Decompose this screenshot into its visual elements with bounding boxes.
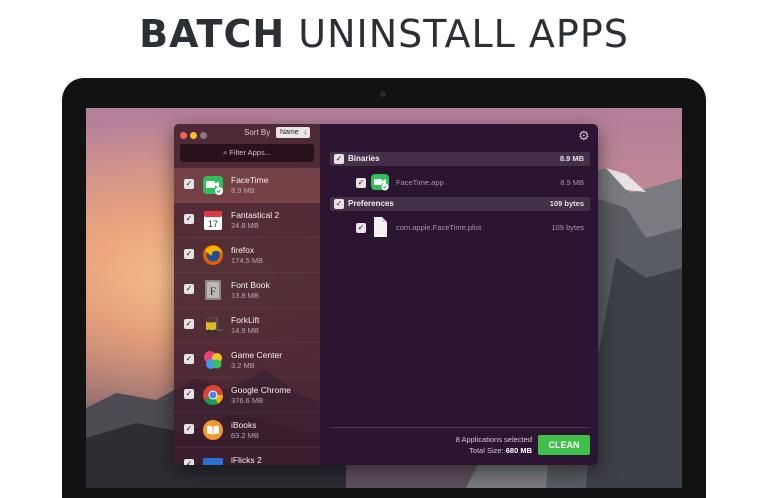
filter-placeholder: Filter Apps... xyxy=(229,148,271,157)
app-row[interactable]: ✓ firefox 174.5 MB xyxy=(174,238,320,273)
app-checkbox[interactable]: ✓ xyxy=(184,214,194,224)
app-checkbox[interactable]: ✓ xyxy=(184,319,194,329)
section-label: Preferences xyxy=(348,199,394,208)
app-checkbox[interactable]: ✓ xyxy=(184,354,194,364)
file-size: 8.9 MB xyxy=(560,178,584,187)
zoom-window-button[interactable] xyxy=(200,132,207,139)
laptop-frame: Sort By Name ↓ ⌕ Filter Apps... ✓ FaceTim… xyxy=(62,78,706,498)
section-checkbox[interactable]: ✓ xyxy=(334,199,344,209)
app-row[interactable]: ✓ iFlicks 2 xyxy=(174,448,320,465)
app-checkbox[interactable]: ✓ xyxy=(184,249,194,259)
file-name: com.apple.FaceTime.plist xyxy=(396,223,482,232)
total-size: Total Size: 680 MB xyxy=(430,446,532,455)
app-checkbox[interactable]: ✓ xyxy=(184,284,194,294)
total-size-value: 680 MB xyxy=(505,446,532,455)
app-row[interactable]: ✓ FaceTime 8.9 MB xyxy=(174,168,320,203)
app-name: Google Chrome xyxy=(231,385,292,395)
app-row[interactable]: ✓ iBooks 63.2 MB xyxy=(174,413,320,448)
section-checkbox[interactable]: ✓ xyxy=(334,154,344,164)
desktop-screen: Sort By Name ↓ ⌕ Filter Apps... ✓ FaceTim… xyxy=(86,108,682,488)
app-name: Font Book xyxy=(231,280,270,290)
fontbook-letter: F xyxy=(210,284,217,298)
forklift-icon xyxy=(202,314,224,336)
app-name: iFlicks 2 xyxy=(231,455,262,465)
app-checkbox[interactable]: ✓ xyxy=(184,179,194,189)
sort-by-label: Sort By xyxy=(244,128,271,137)
app-name: Game Center xyxy=(231,350,283,360)
sort-select-value: Name xyxy=(280,129,299,136)
uninstaller-window: Sort By Name ↓ ⌕ Filter Apps... ✓ FaceTim… xyxy=(174,124,598,465)
app-name: iBooks xyxy=(231,420,257,430)
app-size: 24.8 MB xyxy=(231,221,259,230)
page-headline: BATCH UNINSTALL APPS xyxy=(0,12,768,56)
chrome-icon xyxy=(202,384,224,406)
app-row[interactable]: ✓ 17 Fantastical 2 24.8 MB xyxy=(174,203,320,238)
facetime-icon xyxy=(202,174,224,196)
footer-divider xyxy=(330,427,590,428)
app-checkbox[interactable]: ✓ xyxy=(184,459,194,465)
facetime-icon xyxy=(371,174,389,191)
app-row[interactable]: ✓ Game Center 3.2 MB xyxy=(174,343,320,378)
calendar-day: 17 xyxy=(208,219,218,229)
app-size: 63.2 MB xyxy=(231,431,259,440)
section-preferences[interactable]: ✓ Preferences 109 bytes xyxy=(330,197,590,211)
selected-count: 8 Applications selected xyxy=(455,435,532,444)
app-size: 13.8 MB xyxy=(231,291,259,300)
apps-sidebar: Sort By Name ↓ ⌕ Filter Apps... ✓ FaceTim… xyxy=(174,124,320,465)
app-size: 376.6 MB xyxy=(231,396,264,405)
gamecenter-icon xyxy=(202,349,224,371)
file-icon xyxy=(374,217,387,237)
app-size: 14.9 MB xyxy=(231,326,259,335)
filter-apps-input[interactable]: ⌕ Filter Apps... xyxy=(180,144,314,162)
file-checkbox[interactable]: ✓ xyxy=(356,178,366,188)
search-icon: ⌕ xyxy=(223,148,228,157)
app-name: Fantastical 2 xyxy=(231,210,280,220)
camera-icon xyxy=(380,91,386,97)
sort-arrow-icon: ↓ xyxy=(303,129,308,136)
details-pane: ⚙ ✓ Binaries 8.9 MB ✓ FaceTime.app 8.9 M… xyxy=(320,124,598,465)
total-size-label: Total Size: xyxy=(469,446,504,455)
file-item[interactable]: ✓ FaceTime.app 8.9 MB xyxy=(348,172,590,194)
app-checkbox[interactable]: ✓ xyxy=(184,424,194,434)
close-window-button[interactable] xyxy=(180,132,187,139)
app-name: ForkLift xyxy=(231,315,260,325)
ibooks-icon xyxy=(202,419,224,441)
app-row[interactable]: ✓ F Font Book 13.8 MB xyxy=(174,273,320,308)
sort-select[interactable]: Name ↓ xyxy=(276,127,310,138)
app-size: 174.5 MB xyxy=(231,256,264,265)
app-name: firefox xyxy=(231,245,255,255)
app-size: 3.2 MB xyxy=(231,361,255,370)
app-checkbox[interactable]: ✓ xyxy=(184,389,194,399)
section-size: 8.9 MB xyxy=(559,154,584,163)
fontbook-icon: F xyxy=(202,279,224,301)
firefox-icon xyxy=(202,244,224,266)
file-item[interactable]: ✓ com.apple.FaceTime.plist 109 bytes xyxy=(348,217,590,239)
apps-list: ✓ FaceTime 8.9 MB ✓ 17 Fantastical 2 24.8 MB ✓ f… xyxy=(174,168,320,465)
section-binaries[interactable]: ✓ Binaries 8.9 MB xyxy=(330,152,590,166)
iflicks-icon xyxy=(202,454,224,465)
calendar-icon: 17 xyxy=(202,209,224,231)
app-row[interactable]: ✓ ForkLift 14.9 MB xyxy=(174,308,320,343)
headline-rest: UNINSTALL APPS xyxy=(298,12,629,56)
app-size: 8.9 MB xyxy=(231,186,255,195)
clean-button[interactable]: CLEAN xyxy=(538,435,590,455)
headline-bold: BATCH xyxy=(139,12,286,56)
file-name: FaceTime.app xyxy=(396,178,444,187)
file-checkbox[interactable]: ✓ xyxy=(356,223,366,233)
minimize-window-button[interactable] xyxy=(190,132,197,139)
section-label: Binaries xyxy=(348,154,380,163)
gear-icon[interactable]: ⚙ xyxy=(578,128,590,144)
file-size: 109 bytes xyxy=(551,223,584,232)
app-name: FaceTime xyxy=(231,175,269,185)
app-row[interactable]: ✓ Google Chrome 376.6 MB xyxy=(174,378,320,413)
section-size: 109 bytes xyxy=(549,199,584,208)
